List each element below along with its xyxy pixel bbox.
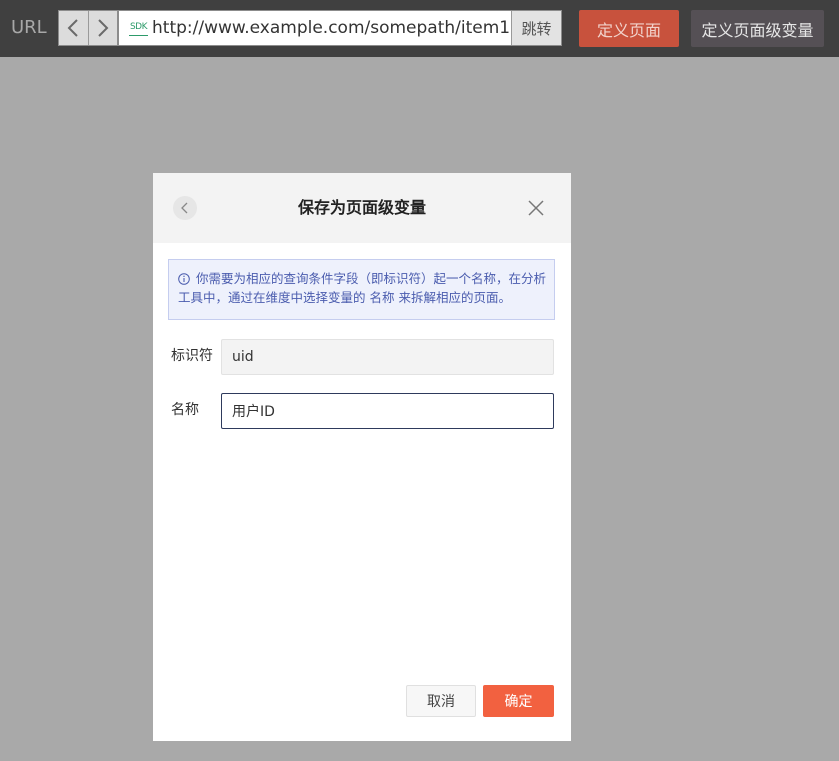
nav-button-group xyxy=(58,10,118,46)
confirm-button[interactable]: 确定 xyxy=(483,685,554,717)
name-label: 名称 xyxy=(171,402,199,418)
info-text: 你需要为相应的查询条件字段（即标识符）起一个名称，在分析工具中，通过在维度中选择… xyxy=(178,271,547,305)
cancel-button[interactable]: 取消 xyxy=(406,685,476,717)
identifier-label: 标识符 xyxy=(171,348,213,364)
url-label: URL xyxy=(11,17,47,38)
close-icon[interactable] xyxy=(527,199,545,217)
url-input[interactable]: http://www.example.com/somepath/item123 xyxy=(152,17,532,39)
forward-button[interactable] xyxy=(87,11,117,45)
save-variable-dialog: 保存为页面级变量 你需要为相应的查询条件字段（即标识符）起一个名称，在分析工具中… xyxy=(153,173,571,741)
dialog-header: 保存为页面级变量 xyxy=(153,173,571,243)
sdk-icon: SDK xyxy=(129,21,148,36)
info-banner: 你需要为相应的查询条件字段（即标识符）起一个名称，在分析工具中，通过在维度中选择… xyxy=(168,259,555,320)
chevron-right-icon xyxy=(98,19,109,37)
go-button[interactable]: 跳转 xyxy=(511,11,561,45)
browser-toolbar: URL SDK http://www.example.com/somepath/… xyxy=(0,0,839,57)
define-page-variable-button[interactable]: 定义页面级变量 xyxy=(691,10,824,47)
define-page-button[interactable]: 定义页面 xyxy=(579,10,679,47)
name-field[interactable] xyxy=(221,393,554,429)
identifier-field xyxy=(221,339,554,375)
back-button[interactable] xyxy=(59,11,88,45)
url-bar[interactable]: SDK http://www.example.com/somepath/item… xyxy=(118,10,562,46)
dialog-title: 保存为页面级变量 xyxy=(297,198,426,217)
chevron-left-icon xyxy=(68,19,79,37)
